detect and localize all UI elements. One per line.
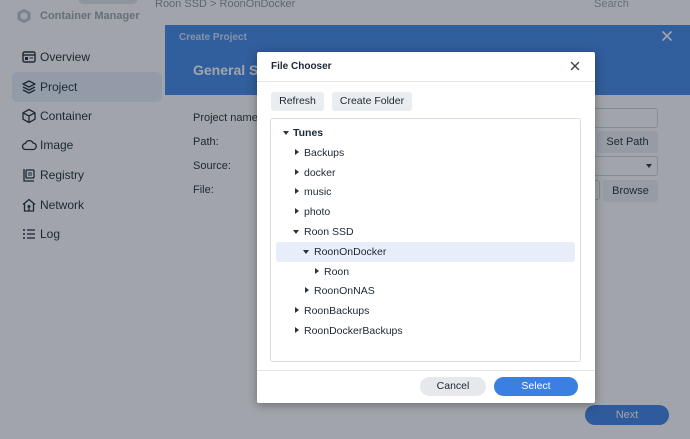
tree-item-photo[interactable]: photo [276, 202, 575, 222]
folder-tree: Tunes Backups docker music photo Roon SS… [270, 118, 581, 362]
chevron-right-icon[interactable] [315, 268, 319, 274]
tree-item-music[interactable]: music [276, 182, 575, 202]
cancel-button[interactable]: Cancel [420, 377, 486, 396]
tree-item-label: RoonOnNAS [314, 285, 375, 297]
tree-item-tunes[interactable]: Tunes [276, 123, 575, 143]
chevron-right-icon[interactable] [295, 327, 299, 333]
tree-item-label: photo [304, 206, 331, 218]
tree-item-roon[interactable]: Roon [276, 262, 575, 282]
chevron-right-icon[interactable] [305, 287, 309, 293]
close-icon[interactable] [570, 61, 580, 71]
tree-item-roondockerbackups[interactable]: RoonDockerBackups [276, 321, 575, 341]
chevron-right-icon[interactable] [295, 149, 299, 155]
tree-item-label: RoonDockerBackups [304, 325, 403, 337]
tree-item-label: Tunes [293, 127, 324, 139]
tree-item-label: Backups [304, 147, 345, 159]
tree-item-label: docker [304, 167, 336, 179]
chevron-right-icon[interactable] [295, 208, 299, 214]
file-chooser-footer: Cancel Select [257, 370, 595, 403]
select-button[interactable]: Select [494, 377, 578, 396]
file-chooser-header: File Chooser [257, 52, 595, 82]
chevron-down-icon[interactable] [303, 250, 309, 254]
file-chooser-dialog: File Chooser Refresh Create Folder Tunes… [257, 52, 595, 403]
dialog-title: File Chooser [271, 61, 332, 72]
tree-item-label: music [304, 186, 332, 198]
create-folder-button[interactable]: Create Folder [332, 92, 412, 111]
tree-item-roon-ssd[interactable]: Roon SSD [276, 222, 575, 242]
tree-item-roonondocker[interactable]: RoonOnDocker [276, 242, 575, 262]
chevron-down-icon[interactable] [283, 131, 289, 135]
chevron-right-icon[interactable] [295, 169, 299, 175]
tree-item-backups[interactable]: Backups [276, 143, 575, 163]
tree-item-roonbackups[interactable]: RoonBackups [276, 301, 575, 321]
tree-item-roononnas[interactable]: RoonOnNAS [276, 281, 575, 301]
tree-item-docker[interactable]: docker [276, 163, 575, 183]
refresh-button[interactable]: Refresh [271, 92, 324, 111]
tree-item-label: RoonOnDocker [314, 246, 387, 258]
chevron-down-icon[interactable] [293, 230, 299, 234]
chevron-right-icon[interactable] [295, 307, 299, 313]
tree-item-label: Roon [324, 266, 350, 278]
chevron-right-icon[interactable] [295, 188, 299, 194]
tree-item-label: RoonBackups [304, 305, 370, 317]
tree-item-label: Roon SSD [304, 226, 354, 238]
